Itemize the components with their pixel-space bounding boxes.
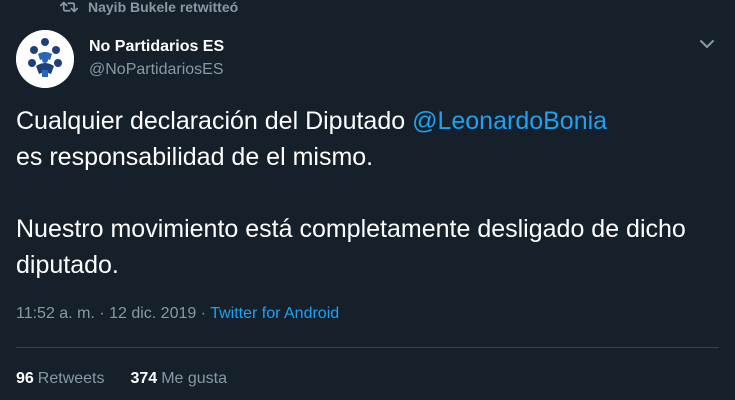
retweets-count: 96	[16, 370, 34, 387]
likes-label: Me gusta	[161, 370, 228, 387]
retweets-stat[interactable]: 96 Retweets	[16, 370, 105, 388]
divider	[16, 347, 719, 348]
meta-separator: ·	[196, 305, 211, 322]
tweet-source-link[interactable]: Twitter for Android	[210, 305, 339, 322]
retweet-text: Nayib Bukele retwitteó	[88, 0, 239, 15]
tweet-card: Nayib Bukele retwitteó No Partidarios ES…	[0, 0, 735, 400]
tweet-header: No Partidarios ES @NoPartidariosES	[16, 30, 719, 90]
avatar[interactable]	[16, 30, 74, 88]
retweet-context[interactable]: Nayib Bukele retwitteó	[60, 0, 238, 18]
retweet-icon	[60, 1, 78, 13]
tweet-text-after-mention: es responsabilidad de el mismo.	[16, 143, 374, 171]
mention-link[interactable]: @LeonardoBonia	[412, 107, 607, 135]
tweet-text-before-mention: Cualquier declaración del Diputado	[16, 107, 413, 135]
meta-separator: ·	[94, 305, 110, 322]
likes-count: 374	[130, 370, 158, 387]
tweet-paragraph-1: Cualquier declaración del Diputado @Leon…	[16, 103, 716, 175]
tweet-date[interactable]: 12 dic. 2019	[109, 305, 196, 322]
author-name[interactable]: No Partidarios ES	[89, 38, 224, 56]
chevron-down-icon[interactable]	[695, 34, 719, 54]
tweet-time[interactable]: 11:52 a. m.	[16, 305, 95, 322]
no-partidarios-logo-icon	[16, 30, 74, 88]
tweet-meta: 11:52 a. m. · 12 dic. 2019 · Twitter for…	[16, 305, 339, 323]
tweet-body: Cualquier declaración del Diputado @Leon…	[16, 103, 716, 283]
author-handle[interactable]: @NoPartidariosES	[89, 61, 224, 79]
likes-stat[interactable]: 374 Me gusta	[131, 370, 228, 388]
tweet-stats: 96 Retweets 374 Me gusta	[16, 370, 253, 388]
tweet-paragraph-2: Nuestro movimiento está completamente de…	[16, 215, 686, 279]
retweets-label: Retweets	[37, 370, 105, 387]
